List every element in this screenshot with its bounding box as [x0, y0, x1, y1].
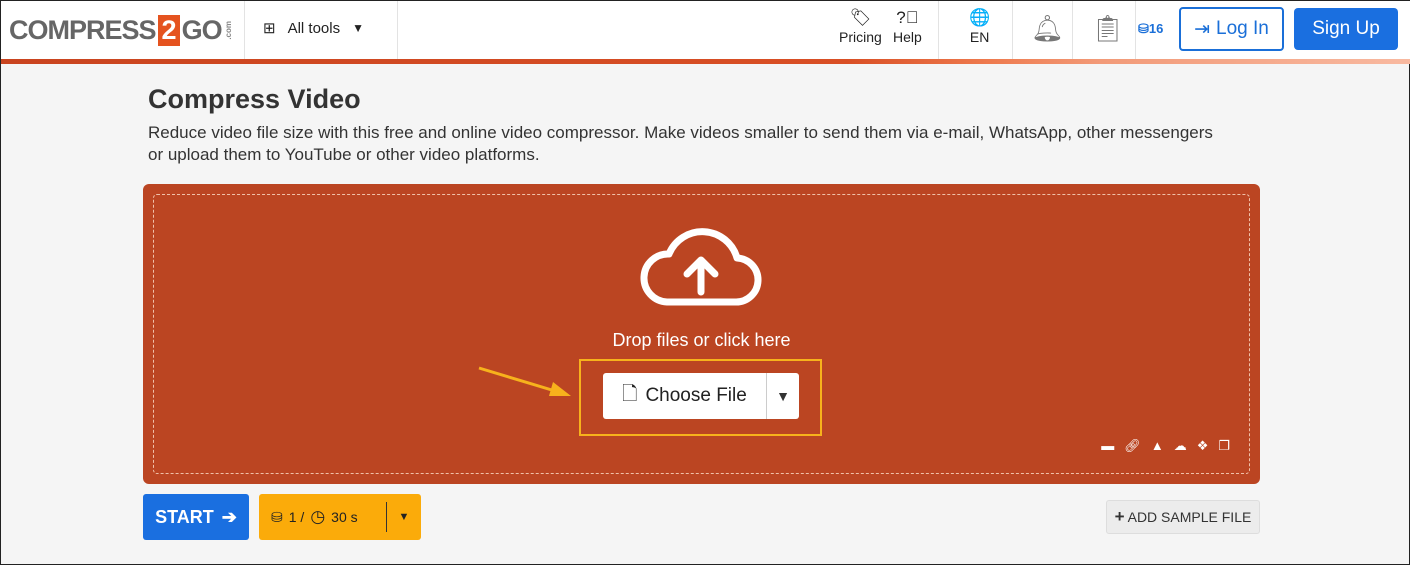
page-description: Reduce video file size with this free an…	[148, 123, 1213, 164]
credits-value: 16	[1148, 21, 1164, 36]
login-icon: ⇥	[1194, 18, 1211, 40]
logo-number: 2	[157, 15, 180, 46]
help-icon: ?⃝	[896, 8, 919, 27]
header: COMPRESS 2 GO .com ⊞ All tools ▼ 🏷 Pricing ?⃝ H…	[1, 1, 1410, 59]
login-button[interactable]: ⇥ Log In	[1179, 7, 1284, 51]
history-icon[interactable]: 📋︎	[1091, 13, 1124, 44]
signup-button[interactable]: Sign Up	[1294, 8, 1398, 50]
clock-icon: ◷	[310, 507, 326, 526]
globe-icon: 🌐	[969, 8, 991, 27]
divider	[938, 1, 939, 59]
arrow-right-icon: ➔	[221, 506, 237, 527]
header-accent-bar	[1, 59, 1410, 64]
choose-file-group: 🗋 Choose File ▼	[603, 373, 799, 419]
grid-icon: ⊞	[263, 20, 276, 37]
coin-icon: ⛁	[271, 508, 283, 525]
google-drive-icon[interactable]: ▲	[1151, 438, 1164, 454]
tag-icon: 🏷	[849, 8, 872, 27]
file-add-icon: 🗋	[622, 384, 638, 405]
logo-text: COMPRESS	[9, 15, 157, 45]
start-label: START	[155, 506, 214, 527]
folder-icon[interactable]: ▬	[1101, 438, 1114, 454]
source-icons: ▬ 🔗︎ ▲ ☁ ❖ ❐	[1101, 438, 1230, 454]
plus-icon: +	[1114, 507, 1125, 526]
chevron-down-icon[interactable]: ▼	[387, 511, 421, 523]
cost-time: 30 s	[331, 509, 358, 525]
pricing-label: Pricing	[839, 29, 882, 45]
logo-tld: .com	[223, 21, 233, 40]
all-tools-label: All tools	[287, 19, 341, 37]
cost-credits: 1 /	[288, 509, 305, 525]
divider	[397, 1, 398, 59]
help-link[interactable]: ?⃝ Help	[893, 8, 922, 46]
language-selector[interactable]: 🌐 EN	[969, 8, 991, 46]
choose-file-button[interactable]: 🗋 Choose File	[603, 373, 767, 419]
login-label: Log In	[1216, 18, 1269, 39]
language-label: EN	[969, 29, 990, 45]
divider	[1012, 1, 1013, 59]
start-button[interactable]: START ➔	[143, 494, 249, 540]
credits-counter[interactable]: ⛁16	[1138, 21, 1163, 37]
bell-icon[interactable]: 🔔︎	[1031, 13, 1064, 44]
divider	[244, 1, 245, 59]
help-label: Help	[893, 29, 922, 45]
drop-text: Drop files or click here	[612, 330, 791, 350]
choose-file-dropdown[interactable]: ▼	[767, 373, 799, 419]
chevron-down-icon: ▼	[352, 21, 364, 35]
pointer-arrow-annotation	[478, 366, 571, 396]
all-tools-menu[interactable]: ⊞ All tools ▼	[263, 19, 364, 38]
pricing-link[interactable]: 🏷 Pricing	[839, 8, 882, 46]
add-sample-label: ADD SAMPLE FILE	[1127, 509, 1252, 525]
page-title: Compress Video	[148, 84, 361, 114]
onedrive-icon[interactable]: ☁	[1174, 438, 1187, 454]
cost-selector[interactable]: ⛁ 1 / ◷ 30 s ▼	[259, 494, 421, 540]
add-sample-file-button[interactable]: + ADD SAMPLE FILE	[1106, 500, 1260, 534]
cloud-upload-icon	[640, 228, 762, 306]
clipboard-icon[interactable]: ❐	[1218, 438, 1230, 454]
choose-file-label: Choose File	[645, 385, 747, 406]
coin-icon: ⛁	[1138, 21, 1149, 36]
file-drop-zone[interactable]: Drop files or click here 🗋 Choose File ▼ …	[143, 184, 1260, 484]
dropbox-icon[interactable]: ❖	[1197, 438, 1209, 454]
link-icon[interactable]: 🔗︎	[1124, 438, 1141, 454]
divider	[1135, 1, 1136, 59]
logo-text-go: GO	[181, 15, 223, 45]
logo[interactable]: COMPRESS 2 GO .com	[9, 15, 233, 46]
chevron-down-icon: ▼	[776, 388, 790, 404]
divider	[1072, 1, 1073, 59]
